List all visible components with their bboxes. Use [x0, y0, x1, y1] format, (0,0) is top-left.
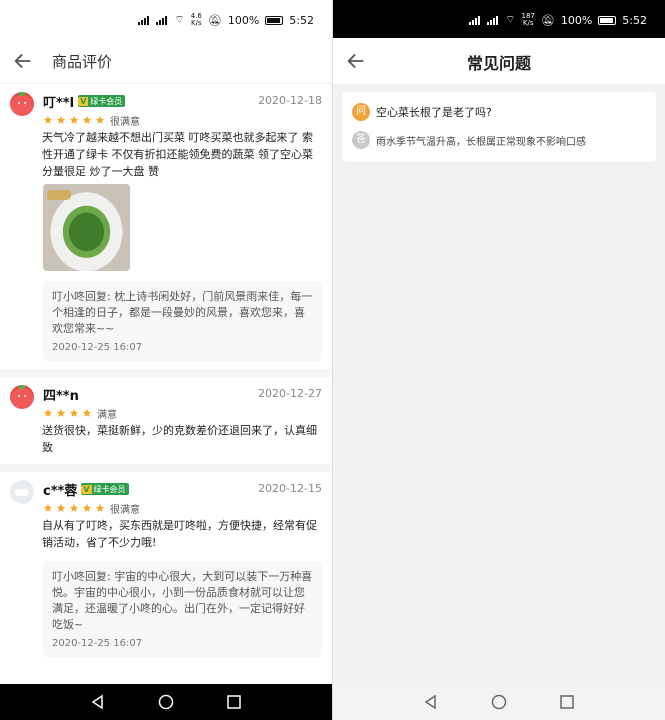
member-badge: V 绿卡会员 [81, 483, 129, 495]
avatar [10, 385, 34, 409]
system-nav-bar [0, 684, 332, 720]
review-date: 2020-12-27 [258, 387, 322, 400]
clock: 5:52 [622, 13, 647, 27]
battery-icon [598, 15, 617, 25]
status-bar: ⌔ 4.6 K/s 🔕︎ 100% 5:52 [0, 0, 332, 38]
rating-label: 很满意 [110, 504, 140, 516]
faq-question-row: 问 空心菜长根了是老了吗? [352, 100, 646, 124]
page-title: 常见问题 [466, 54, 531, 73]
review-text: 天气冷了越来越不想出门买菜 叮咚买菜也就多起来了 索性开通了绿卡 不仅有折扣还能… [42, 131, 313, 178]
avatar [10, 92, 34, 116]
star-icon [43, 115, 53, 124]
nav-recents-icon[interactable] [559, 694, 575, 710]
reviewer-name: 四**n [43, 388, 79, 404]
star-rating: 满意 [43, 406, 322, 421]
review-date: 2020-12-15 [258, 482, 322, 495]
wifi-icon: ⌔ [505, 13, 516, 26]
star-icon [69, 408, 79, 417]
rating-label: 满意 [97, 409, 117, 421]
answer-icon: 答 [352, 131, 370, 149]
star-icon [69, 503, 79, 512]
reply-date: 2020-12-25 16:07 [52, 342, 143, 353]
merchant-reply: 叮小咚回复: 枕上诗书闲处好，门前风景雨来佳，每一个相逢的日子，都是一段曼妙的风… [43, 281, 322, 361]
wifi-icon: ⌔ [174, 13, 185, 26]
reply-date: 2020-12-25 16:07 [52, 638, 143, 649]
member-badge: V 绿卡会员 [78, 95, 126, 107]
network-speed: 4.6 K/s [190, 12, 202, 27]
status-bar: ⌔ 187 K/s 🔕︎ 100% 5:52 [333, 0, 665, 38]
review-item: 叮**l V 绿卡会员 2020-12-18 很满意 天气冷了越来越不想出门买菜 … [0, 84, 332, 377]
star-icon [95, 503, 105, 512]
star-icon [43, 408, 53, 417]
avatar [10, 480, 34, 504]
reviewer-name: 叮**l [43, 95, 75, 111]
battery-icon [265, 15, 284, 25]
signal-icon [487, 15, 499, 25]
signal-icon [156, 15, 168, 25]
star-icon [95, 115, 105, 124]
star-rating: 很满意 [43, 113, 322, 128]
star-icon [82, 115, 92, 124]
vip-icon: V [81, 484, 92, 494]
star-icon [69, 115, 79, 124]
review-list[interactable]: 叮**l V 绿卡会员 2020-12-18 很满意 天气冷了越来越不想出门买菜 … [0, 84, 332, 684]
mute-icon: 🔕︎ [207, 13, 222, 27]
review-text: 自从有了叮咚，买东西就是叮咚啦，方便快捷，经常有促销活动，省了不少力哦! [42, 519, 317, 549]
star-icon [56, 115, 66, 124]
reviewer-name: c**蓉 [43, 483, 78, 499]
review-text: 送货很快，菜挺新鲜，少的克数差价还退回来了，认真细致 [42, 424, 317, 454]
nav-back-icon[interactable] [90, 694, 106, 710]
faq-answer: 雨水季节气温升高，长根属正常现象不影响口感 [376, 136, 586, 148]
star-icon [56, 408, 66, 417]
review-photo[interactable] [43, 184, 130, 271]
nav-home-icon[interactable] [491, 694, 507, 710]
network-speed: 187 K/s [521, 12, 535, 27]
star-rating: 很满意 [43, 501, 322, 516]
vip-icon: V [78, 96, 89, 106]
rating-label: 很满意 [110, 116, 140, 128]
star-icon [82, 503, 92, 512]
nav-home-icon[interactable] [158, 694, 174, 710]
review-item: 四**n 2020-12-27 满意 送货很快，菜挺新鲜，少的克数差价还退回来了… [0, 377, 332, 472]
signal-icon [138, 15, 150, 25]
signal-icon [469, 15, 481, 25]
faq-answer-row: 答 雨水季节气温升高，长根属正常现象不影响口感 [352, 128, 646, 152]
review-date: 2020-12-18 [258, 94, 322, 107]
faq-screen: ⌔ 187 K/s 🔕︎ 100% 5:52 常见问题 问 空心菜长根了是老了吗?… [333, 0, 665, 720]
battery-percent: 100% [227, 13, 260, 27]
star-icon [56, 503, 66, 512]
reviews-screen: ⌔ 4.6 K/s 🔕︎ 100% 5:52 商品评价 叮**l V 绿卡会员 20… [0, 0, 332, 720]
page-title: 商品评价 [52, 53, 113, 71]
system-nav-bar [333, 684, 665, 720]
clock: 5:52 [289, 13, 314, 27]
back-arrow-icon[interactable] [12, 50, 34, 72]
reply-text: 叮小咚回复: 宇宙的中心很大，大到可以装下一万种喜悦。宇宙的中心很小，小到一份品… [52, 570, 313, 631]
nav-recents-icon[interactable] [226, 694, 242, 710]
header-bar: 商品评价 [0, 38, 332, 84]
merchant-reply: 叮小咚回复: 宇宙的中心很大，大到可以装下一万种喜悦。宇宙的中心很小，小到一份品… [43, 561, 322, 657]
nav-back-icon[interactable] [423, 694, 439, 710]
header-bar: 常见问题 [333, 38, 665, 84]
faq-card: 问 空心菜长根了是老了吗? 答 雨水季节气温升高，长根属正常现象不影响口感 [342, 92, 656, 162]
review-item: c**蓉 V 绿卡会员 2020-12-15 很满意 自从有了叮咚，买东西就是叮咚… [0, 472, 332, 665]
faq-question: 空心菜长根了是老了吗? [376, 106, 492, 119]
question-icon: 问 [352, 103, 370, 121]
star-icon [43, 503, 53, 512]
battery-percent: 100% [560, 13, 593, 27]
star-icon [82, 408, 92, 417]
reply-text: 叮小咚回复: 枕上诗书闲处好，门前风景雨来佳，每一个相逢的日子，都是一段曼妙的风… [52, 290, 313, 335]
mute-icon: 🔕︎ [540, 13, 555, 27]
